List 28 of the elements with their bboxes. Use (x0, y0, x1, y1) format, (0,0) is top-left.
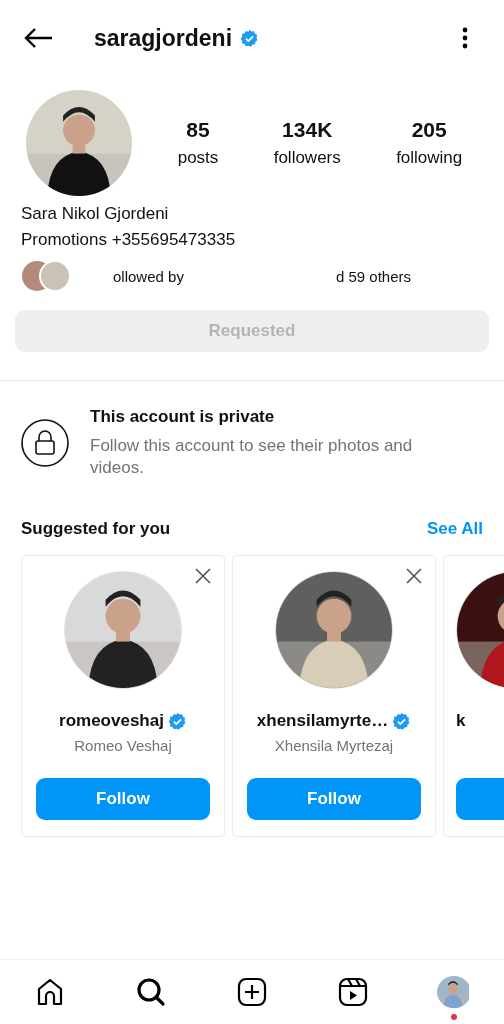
stat-count[interactable]: 205 (411, 118, 447, 142)
back-arrow-icon[interactable] (22, 26, 54, 50)
private-description: Follow this account to see their photos and videos. (90, 435, 414, 479)
suggested-name: Xhensila Myrtezaj (274, 737, 394, 754)
more-options-icon[interactable] (462, 26, 468, 50)
suggested-username[interactable]: k (456, 711, 466, 731)
stat-count[interactable]: 85 (186, 118, 210, 142)
stat-count[interactable]: 134K (282, 118, 333, 142)
section-title: Suggested for you (21, 519, 171, 539)
close-icon[interactable] (194, 567, 212, 585)
mutual-followers-avatars-drawing (21, 260, 71, 292)
reels-icon[interactable] (336, 976, 369, 1008)
followed-by-text[interactable]: d 59 others (335, 267, 411, 285)
profile-avatar[interactable] (436, 976, 471, 1008)
full-name: Sara Nikol Gjordeni (20, 203, 170, 224)
stat-label[interactable]: followers (273, 148, 341, 168)
suggested-username[interactable]: romeoveshaj (59, 711, 164, 731)
suggested-username[interactable]: xhensilamyrte… (256, 711, 389, 731)
followed-by-text[interactable]: ollowed by (113, 267, 184, 285)
stat-label[interactable]: following (396, 148, 463, 168)
suggested-name: Romeo Veshaj (74, 737, 172, 754)
bio-text: Promotions +355695473335 (20, 229, 237, 250)
profile-username: saragjordeni (94, 24, 233, 52)
private-title: This account is private (90, 407, 276, 427)
lock-icon (21, 419, 69, 467)
close-icon[interactable] (405, 567, 423, 585)
stat-label[interactable]: posts (177, 148, 219, 168)
add-icon[interactable] (236, 976, 268, 1008)
